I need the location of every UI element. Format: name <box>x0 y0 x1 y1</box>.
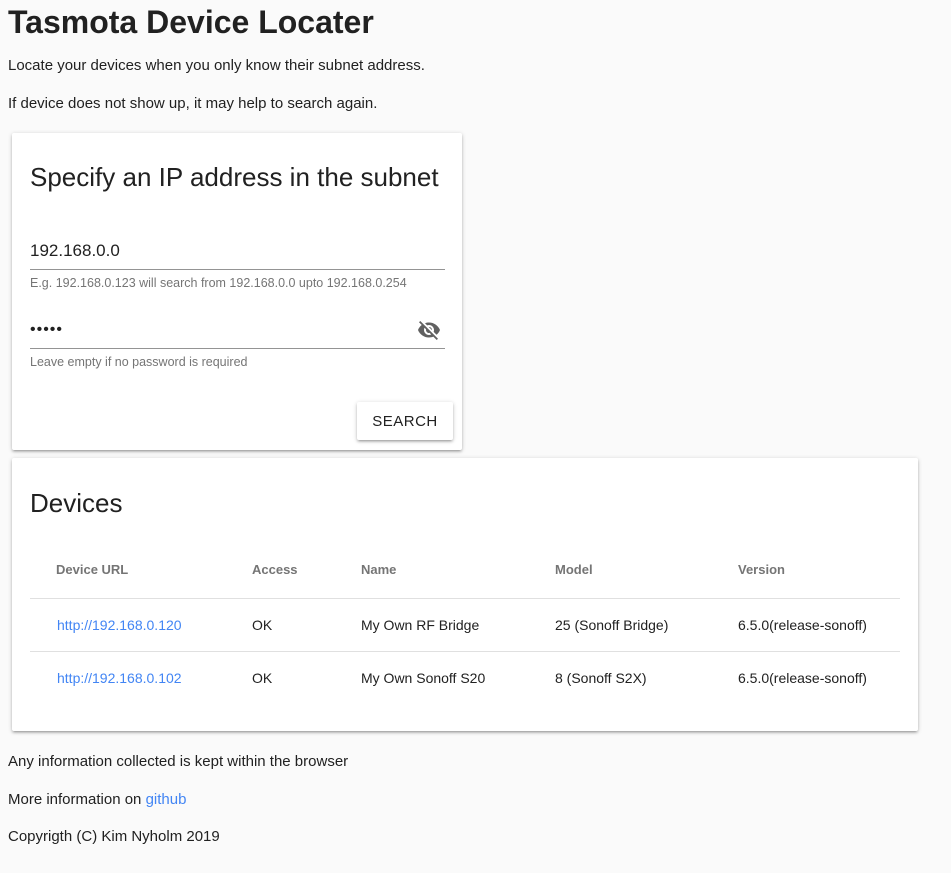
ip-address-input[interactable]: 192.168.0.0 <box>30 241 120 261</box>
ip-address-underline <box>30 269 445 270</box>
device-name: My Own RF Bridge <box>361 598 555 652</box>
devices-table: Device URL Access Name Model Version htt… <box>30 540 900 704</box>
column-header-version: Version <box>738 540 900 599</box>
column-header-model: Model <box>555 540 738 599</box>
device-model: 25 (Sonoff Bridge) <box>555 598 738 652</box>
github-link[interactable]: github <box>146 791 187 808</box>
copyright-text: Copyrigth (C) Kim Nyholm 2019 <box>8 828 220 845</box>
table-header-row: Device URL Access Name Model Version <box>30 540 900 599</box>
eye-off-icon[interactable] <box>417 318 441 342</box>
search-card-title: Specify an IP address in the subnet <box>30 162 439 192</box>
device-access: OK <box>252 598 361 652</box>
devices-card-title: Devices <box>30 488 123 518</box>
search-again-note: If device does not show up, it may help … <box>8 95 378 112</box>
search-button[interactable]: SEARCH <box>357 402 453 440</box>
page-title: Tasmota Device Locater <box>8 4 374 40</box>
password-input[interactable]: ••••• <box>30 321 63 339</box>
device-url-link[interactable]: http://192.168.0.120 <box>57 617 182 633</box>
ip-address-field[interactable]: 192.168.0.0 E.g. 192.168.0.123 will sear… <box>30 241 445 291</box>
table-row: http://192.168.0.102 OK My Own Sonoff S2… <box>30 652 900 705</box>
device-version: 6.5.0(release-sonoff) <box>738 598 900 652</box>
device-name: My Own Sonoff S20 <box>361 670 486 686</box>
column-header-name: Name <box>361 540 555 599</box>
intro-text: Locate your devices when you only know t… <box>8 57 425 74</box>
password-underline <box>30 348 445 349</box>
device-url-link[interactable]: http://192.168.0.102 <box>57 670 182 686</box>
device-version: 6.5.0(release-sonoff) <box>738 670 867 686</box>
device-access: OK <box>252 670 273 686</box>
more-info-prefix: More information on <box>8 791 146 808</box>
devices-card: Devices Device URL Access Name Model Ver… <box>12 458 918 731</box>
privacy-note: Any information collected is kept within… <box>8 753 349 770</box>
table-row: http://192.168.0.120 OK My Own RF Bridge… <box>30 598 900 652</box>
more-info-line: More information on github <box>8 791 186 808</box>
password-field[interactable]: ••••• Leave empty if no password is requ… <box>30 321 445 371</box>
device-model: 8 (Sonoff S2X) <box>555 670 647 686</box>
column-header-access: Access <box>252 540 361 599</box>
column-header-device-url: Device URL <box>30 540 252 599</box>
ip-address-hint: E.g. 192.168.0.123 will search from 192.… <box>30 276 407 290</box>
search-card: Specify an IP address in the subnet 192.… <box>12 133 462 450</box>
password-hint: Leave empty if no password is required <box>30 355 248 369</box>
